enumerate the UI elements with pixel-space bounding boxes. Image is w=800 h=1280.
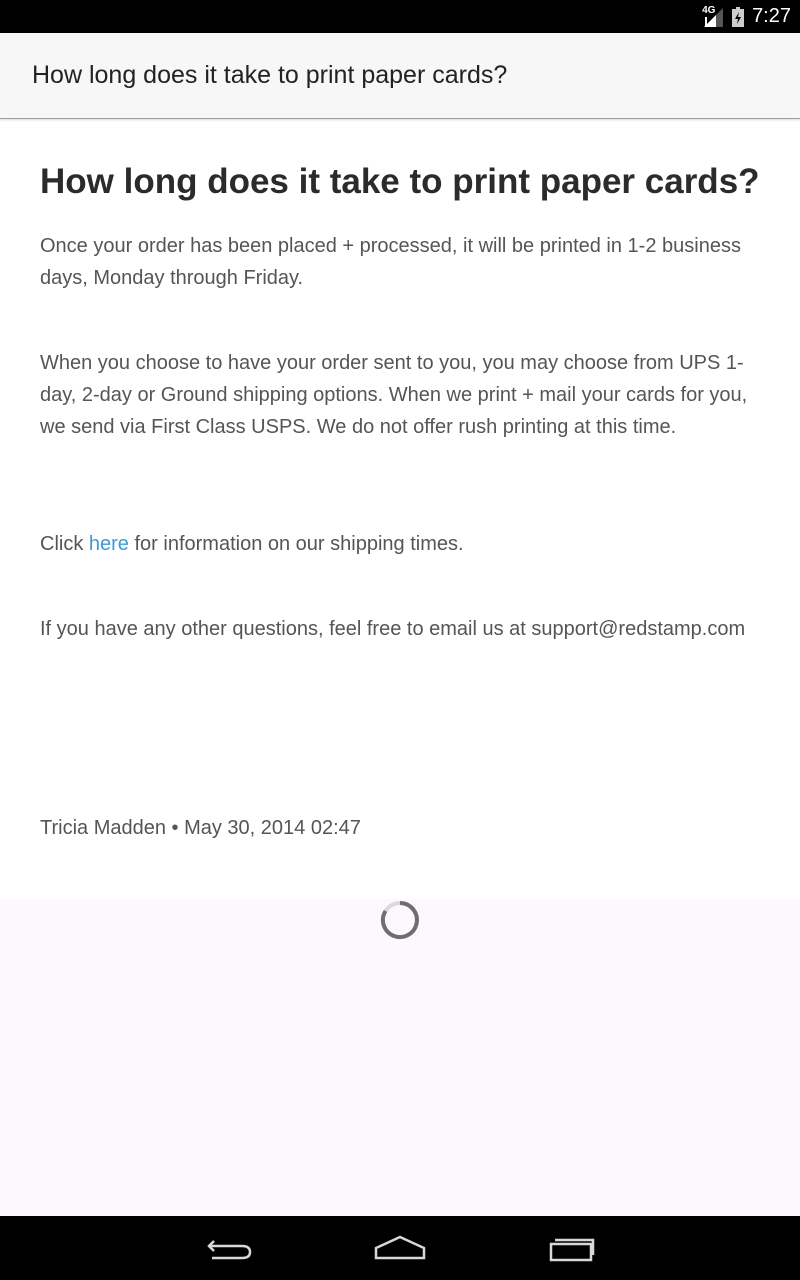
action-bar-title: How long does it take to print paper car… [32, 61, 508, 89]
status-bar: 4G 7:27 [0, 0, 800, 33]
article-paragraph-3: Click here for information on our shippi… [40, 528, 765, 560]
shipping-times-link[interactable]: here [89, 533, 129, 555]
article-paragraph-4: If you have any other questions, feel fr… [40, 618, 746, 640]
back-button[interactable] [200, 1230, 260, 1266]
signal-icon: 4G [702, 5, 724, 28]
action-bar: How long does it take to print paper car… [0, 33, 800, 119]
recents-icon [549, 1238, 595, 1262]
clock: 7:27 [752, 5, 791, 27]
article-paragraph-2: When you choose to have your order sent … [40, 352, 748, 438]
back-icon [207, 1240, 252, 1260]
article-paragraph-1: Once your order has been placed + proces… [40, 235, 741, 289]
recents-button[interactable] [541, 1230, 601, 1266]
home-button[interactable] [370, 1230, 430, 1266]
article-meta: Tricia Madden • May 30, 2014 02:47 [40, 817, 361, 839]
home-icon [374, 1235, 426, 1260]
system-nav-bar [0, 1216, 800, 1280]
paragraph-3-suffix: for information on our shipping times. [128, 533, 464, 555]
article-title: How long does it take to print paper car… [40, 162, 760, 201]
battery-icon [732, 6, 745, 27]
status-icons: 4G 7:27 [702, 0, 791, 33]
comments-loading-area [0, 899, 800, 1216]
paragraph-3-prefix: Click [40, 533, 89, 555]
loading-spinner-icon [380, 900, 420, 940]
